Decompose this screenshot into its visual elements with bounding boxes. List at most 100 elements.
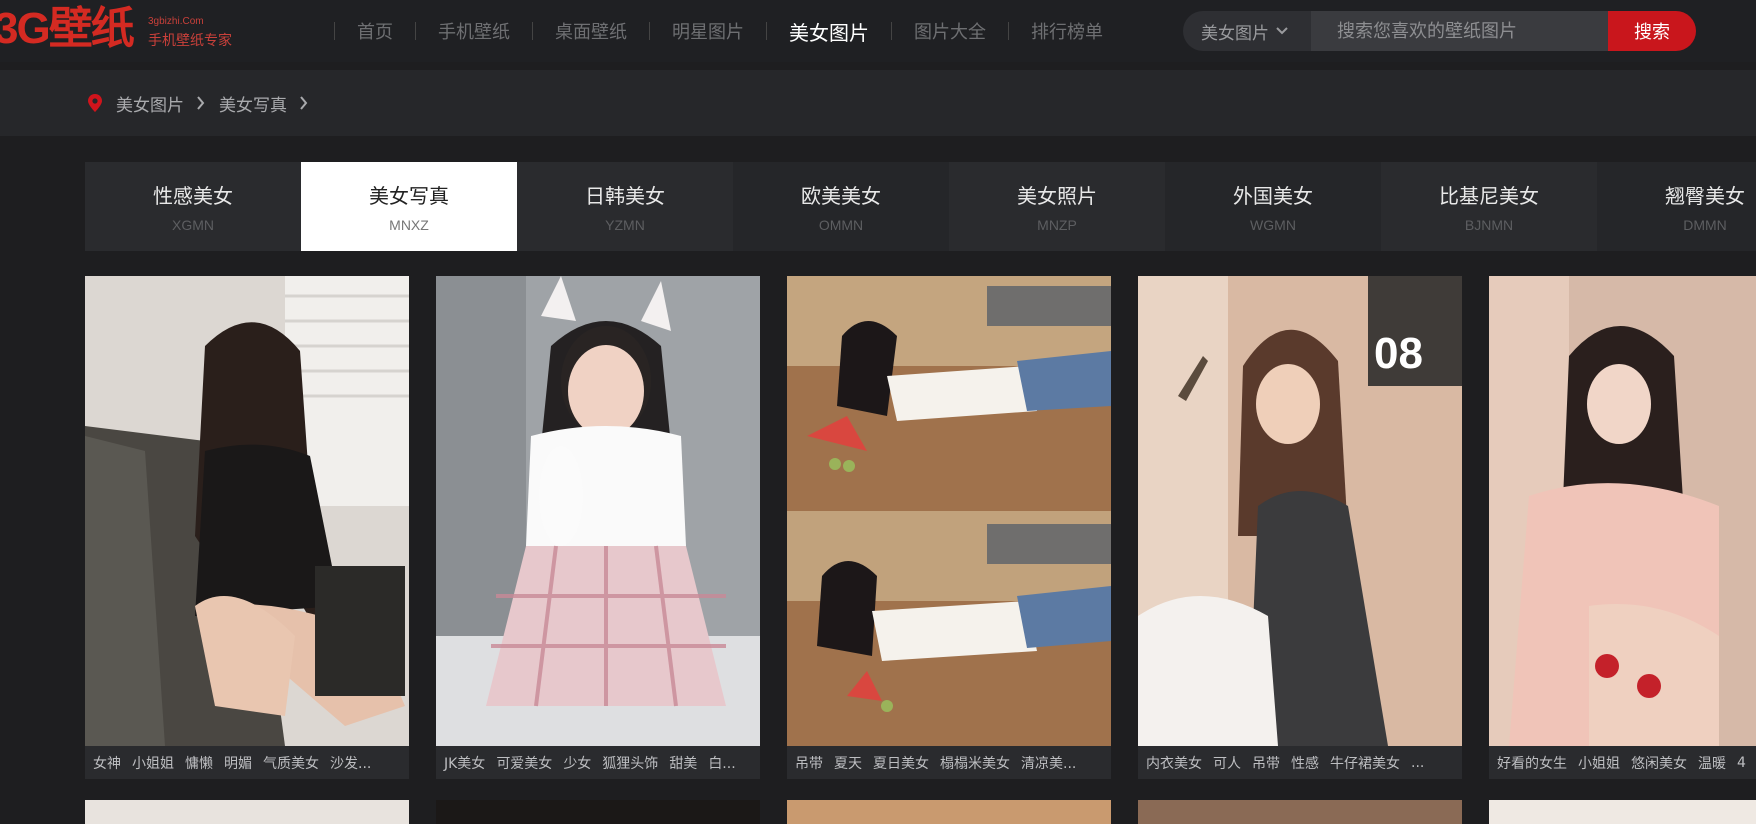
main-nav: 首页 手机壁纸 桌面壁纸 明星图片 美女图片 图片大全 排行榜单 [334, 0, 1125, 62]
nav-item-ranking[interactable]: 排行榜单 [1009, 18, 1125, 44]
tag[interactable]: 吊带 [795, 753, 823, 773]
tab-code: BJNMN [1464, 217, 1514, 233]
tag[interactable]: 小姐姐 [132, 753, 174, 773]
tag[interactable]: 牛仔裙美女 [1330, 753, 1400, 773]
tab-label: 美女写真 [369, 184, 449, 208]
tag-list: 女神 小姐姐 慵懒 明媚 气质美女 沙发... [85, 746, 409, 779]
search-category-dropdown[interactable]: 美女图片 [1183, 11, 1311, 51]
tag[interactable]: ... [1411, 755, 1424, 771]
tag[interactable]: 夏天 [834, 753, 862, 773]
tab-sexy-beauty[interactable]: 性感美女 XGMN [85, 162, 301, 251]
tag[interactable]: 内衣美女 [1146, 753, 1202, 773]
photo-thumbnail[interactable] [1489, 800, 1756, 824]
photo-card[interactable]: 好看的女生 小姐姐 悠闲美女 温暖 4 [1489, 276, 1756, 779]
tab-asian-beauty[interactable]: 日韩美女 YZMN [517, 162, 733, 251]
tab-label: 日韩美女 [585, 184, 665, 208]
nav-item-beauty[interactable]: 美女图片 [767, 17, 891, 46]
tag[interactable]: JK美女 [444, 753, 485, 773]
photo-card[interactable]: 08 内衣美女 可人 吊带 性感 牛仔裙美女 ... [1138, 276, 1462, 779]
category-tabs: 性感美女 XGMN 美女写真 MNXZ 日韩美女 YZMN 欧美美女 OMMN … [85, 162, 1756, 251]
tab-bikini-beauty[interactable]: 比基尼美女 BJNMN [1381, 162, 1597, 251]
tab-code: MNZP [1037, 217, 1077, 233]
breadcrumb-link-portrait[interactable]: 美女写真 [219, 91, 287, 116]
tab-hip-beauty[interactable]: 翘臀美女 DMMN [1597, 162, 1756, 251]
nav-item-mobile-wallpaper[interactable]: 手机壁纸 [416, 18, 532, 44]
photo-card[interactable] [85, 800, 409, 824]
photo-thumbnail[interactable] [1138, 800, 1462, 824]
tag[interactable]: 小姐姐 [1578, 753, 1620, 773]
tag[interactable]: 好看的女生 [1497, 753, 1567, 773]
logo-slogan: 手机壁纸专家 [148, 33, 232, 49]
tag[interactable]: 性感 [1291, 753, 1319, 773]
clock-digits: 08 [1374, 329, 1423, 378]
tab-code: WGMN [1250, 217, 1296, 233]
tag[interactable]: 狐狸头饰 [602, 753, 658, 773]
tab-label: 性感美女 [153, 184, 233, 208]
chevron-down-icon [1276, 27, 1288, 35]
search-input[interactable] [1311, 11, 1608, 51]
nav-item-home[interactable]: 首页 [335, 18, 415, 44]
tab-code: OMMN [818, 217, 864, 233]
photo-thumbnail[interactable] [85, 800, 409, 824]
photo-thumbnail[interactable] [85, 276, 409, 746]
tag[interactable]: 温暖 [1698, 753, 1726, 773]
photo-card[interactable]: 吊带 夏天 夏日美女 榻榻米美女 清凉美... [787, 276, 1111, 779]
photo-card[interactable] [1489, 800, 1756, 824]
tab-beauty-photos[interactable]: 美女照片 MNZP [949, 162, 1165, 251]
logo-mark: 3G壁纸 [0, 4, 135, 53]
photo-thumbnail[interactable] [787, 800, 1111, 824]
tag[interactable]: 吊带 [1252, 753, 1280, 773]
photo-card[interactable] [1138, 800, 1462, 824]
tab-label: 美女照片 [1017, 184, 1097, 208]
tab-foreign-beauty[interactable]: 外国美女 WGMN [1165, 162, 1381, 251]
tab-label: 外国美女 [1233, 184, 1313, 208]
tab-label: 欧美美女 [801, 184, 881, 208]
photo-thumbnail[interactable] [1489, 276, 1756, 746]
tab-code: DMMN [1683, 217, 1727, 233]
tag[interactable]: 沙发... [330, 753, 371, 773]
logo-domain: 3gbizhi.Com [148, 16, 204, 27]
tag[interactable]: 可爱美女 [496, 753, 552, 773]
tab-label: 翘臀美女 [1665, 184, 1745, 208]
tag[interactable]: 榻榻米美女 [940, 753, 1010, 773]
tag[interactable]: 白... [708, 753, 735, 773]
photo-thumbnail[interactable]: 08 [1138, 276, 1462, 746]
tag-list: 内衣美女 可人 吊带 性感 牛仔裙美女 ... [1138, 746, 1462, 779]
site-logo[interactable]: 3G壁纸 3gbizhi.Com 手机壁纸专家 [0, 6, 234, 54]
tab-western-beauty[interactable]: 欧美美女 OMMN [733, 162, 949, 251]
tag[interactable]: 女神 [93, 753, 121, 773]
nav-item-picture-collection[interactable]: 图片大全 [892, 18, 1008, 44]
tag[interactable]: 慵懒 [185, 753, 213, 773]
photo-thumbnail[interactable] [436, 800, 760, 824]
top-header: 3G壁纸 3gbizhi.Com 手机壁纸专家 首页 手机壁纸 桌面壁纸 明星图… [0, 0, 1756, 62]
tag[interactable]: 明媚 [224, 753, 252, 773]
nav-item-desktop-wallpaper[interactable]: 桌面壁纸 [533, 18, 649, 44]
tag[interactable]: 甜美 [669, 753, 697, 773]
chevron-right-icon [197, 96, 205, 110]
tag[interactable]: 夏日美女 [873, 753, 929, 773]
nav-item-celebrity[interactable]: 明星图片 [650, 18, 766, 44]
location-pin-icon [88, 94, 102, 112]
tab-code: YZMN [605, 217, 645, 233]
tab-portrait[interactable]: 美女写真 MNXZ [301, 162, 517, 251]
tag-list: 好看的女生 小姐姐 悠闲美女 温暖 4 [1489, 746, 1756, 779]
photo-card[interactable] [787, 800, 1111, 824]
tag[interactable]: 4 [1737, 755, 1746, 771]
tag[interactable]: 可人 [1213, 753, 1241, 773]
tab-code: MNXZ [389, 217, 429, 233]
search-category-label: 美女图片 [1201, 23, 1269, 44]
photo-thumbnail[interactable] [436, 276, 760, 746]
breadcrumb-link-beauty[interactable]: 美女图片 [116, 91, 184, 116]
photo-card[interactable]: 女神 小姐姐 慵懒 明媚 气质美女 沙发... [85, 276, 409, 779]
search-button[interactable]: 搜索 [1608, 11, 1696, 51]
tag[interactable]: 清凉美... [1021, 753, 1076, 773]
tag-list: 吊带 夏天 夏日美女 榻榻米美女 清凉美... [787, 746, 1111, 779]
photo-thumbnail[interactable] [787, 276, 1111, 746]
photo-card[interactable] [436, 800, 760, 824]
tag[interactable]: 气质美女 [263, 753, 319, 773]
tag[interactable]: 少女 [563, 753, 591, 773]
tag[interactable]: 悠闲美女 [1631, 753, 1687, 773]
photo-card[interactable]: JK美女 可爱美女 少女 狐狸头饰 甜美 白... [436, 276, 760, 779]
search-bar: 美女图片 搜索 [1183, 11, 1696, 51]
tab-code: XGMN [172, 217, 214, 233]
